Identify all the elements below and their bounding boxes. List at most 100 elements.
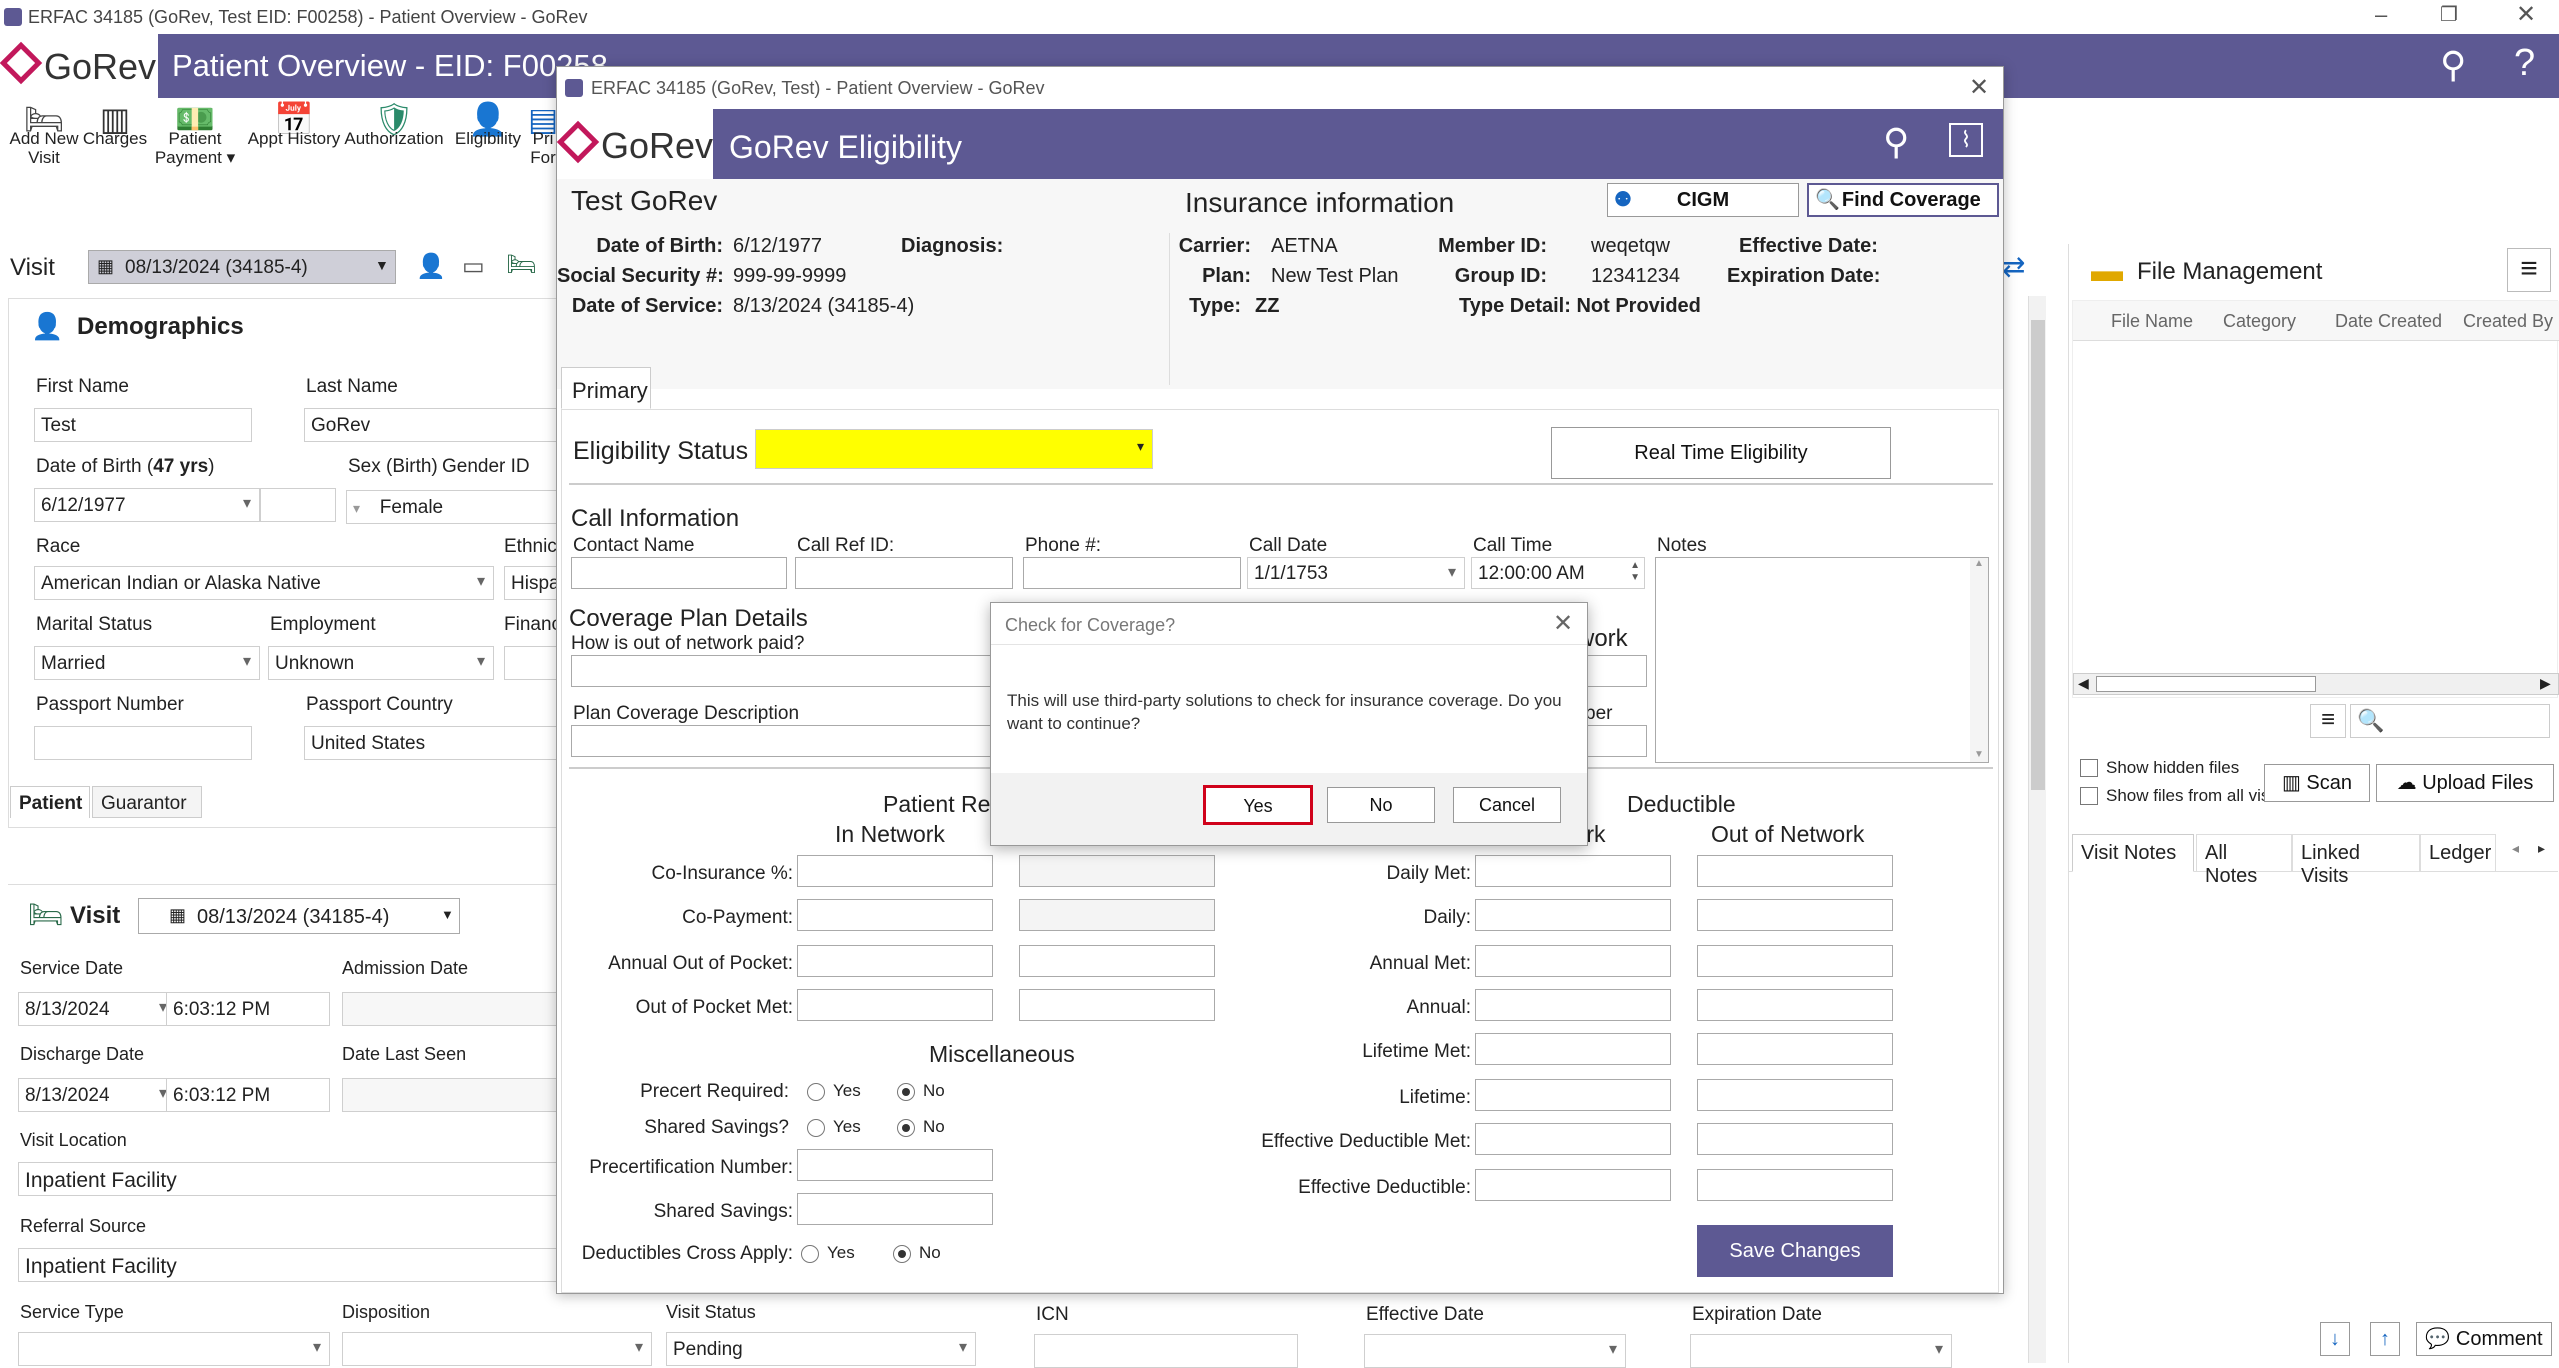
notes-textarea[interactable]: ▲ ▼ <box>1655 557 1989 763</box>
annual-out-field[interactable] <box>1697 989 1893 1021</box>
dialog-cancel-button[interactable]: Cancel <box>1453 787 1561 823</box>
finance-field[interactable] <box>504 646 560 680</box>
comment-button[interactable]: 💬 Comment <box>2416 1322 2552 1356</box>
passport-field[interactable] <box>34 726 252 760</box>
disposition-field[interactable] <box>342 1332 652 1366</box>
coins-in-field[interactable] <box>797 855 993 887</box>
dialog-no-button[interactable]: No <box>1327 787 1435 823</box>
dob-extra-field[interactable] <box>260 488 336 522</box>
lifetime-out-field[interactable] <box>1697 1079 1893 1111</box>
elig-chart-icon[interactable]: ⌇ <box>1949 123 1983 157</box>
last-seen-field[interactable] <box>342 1078 560 1112</box>
eff-ded-in-field[interactable] <box>1475 1169 1671 1201</box>
race-field[interactable]: American Indian or Alaska Native <box>34 566 494 600</box>
oop-met-in-field[interactable] <box>797 989 993 1021</box>
phone-field[interactable] <box>1023 557 1241 589</box>
visit-status-field[interactable]: Pending <box>666 1332 976 1366</box>
eff-ded-met-in-field[interactable] <box>1475 1123 1671 1155</box>
contact-field[interactable] <box>571 557 787 589</box>
call-time-field[interactable]: 12:00:00 AM ▲ ▼ <box>1471 557 1645 589</box>
minimize-icon[interactable]: – <box>2375 2 2387 28</box>
daily-in-field[interactable] <box>1475 899 1671 931</box>
close-icon[interactable]: ✕ <box>2516 0 2536 29</box>
dialog-yes-button[interactable]: Yes <box>1203 785 1313 825</box>
lifetime-in-field[interactable] <box>1475 1079 1671 1111</box>
gender-field[interactable]: ▾ Female <box>346 490 560 524</box>
visit-select[interactable]: ▦ 08/13/2024 (34185-4) ▼ <box>88 250 396 284</box>
precert-yes-radio[interactable] <box>807 1083 825 1101</box>
id-card-icon[interactable]: ▭ <box>462 252 485 281</box>
referral-field[interactable]: Inpatient Facility <box>18 1248 560 1282</box>
col-category[interactable]: Category <box>2223 311 2296 332</box>
find-coverage-button[interactable]: 🔍 Find Coverage <box>1807 183 1999 217</box>
copay-in-field[interactable] <box>797 899 993 931</box>
ethnic-field[interactable]: Hispa <box>504 566 560 600</box>
ded-cross-no-radio[interactable] <box>893 1245 911 1263</box>
show-all-checkbox[interactable] <box>2080 787 2098 805</box>
maximize-icon[interactable]: ❐ <box>2440 2 2458 27</box>
daily-met-in-field[interactable] <box>1475 855 1671 887</box>
eff-ded-out-field[interactable] <box>1697 1169 1893 1201</box>
elig-close-icon[interactable]: ✕ <box>1969 73 1989 102</box>
tab-guarantor[interactable]: Guarantor <box>92 786 202 818</box>
show-hidden-checkbox[interactable] <box>2080 759 2098 777</box>
lifetime-met-out-field[interactable] <box>1697 1033 1893 1065</box>
save-changes-button[interactable]: Save Changes <box>1697 1225 1893 1277</box>
tab-prev-icon[interactable]: ◂ <box>2512 840 2519 857</box>
real-time-eligibility-button[interactable]: Real Time Eligibility <box>1551 427 1891 479</box>
annual-in-field[interactable] <box>1475 989 1671 1021</box>
first-name-field[interactable]: Test <box>34 408 252 442</box>
refresh-icon[interactable]: ⇄ <box>2002 250 2025 283</box>
last-name-field[interactable]: GoRev <box>304 408 560 442</box>
patient-payment-button[interactable]: 💵 Patient Payment ▾ <box>152 103 238 167</box>
scroll-left-icon[interactable]: ◀ <box>2078 675 2089 692</box>
tab-patient[interactable]: Patient <box>10 786 90 818</box>
authorization-button[interactable]: 🛡 Authorization <box>344 103 444 148</box>
list-view-button[interactable]: ≡ <box>2310 704 2346 738</box>
user-icon[interactable]: ⚲ <box>2440 44 2466 86</box>
col-created-by[interactable]: Created By <box>2463 311 2553 332</box>
charges-button[interactable]: ▥ Charges <box>80 103 150 148</box>
person-icon[interactable]: 👤 <box>416 252 446 281</box>
col-file-name[interactable]: File Name <box>2111 311 2193 332</box>
tab-ledger[interactable]: Ledger <box>2420 834 2496 872</box>
tab-linked-visits[interactable]: Linked Visits <box>2292 834 2420 887</box>
daily-met-out-field[interactable] <box>1697 855 1893 887</box>
cigm-button[interactable]: ⚉ CIGM <box>1607 183 1799 217</box>
dialog-close-icon[interactable]: ✕ <box>1553 609 1573 638</box>
scan-button[interactable]: ▥ Scan <box>2264 764 2370 802</box>
hscroll-thumb[interactable] <box>2096 676 2316 692</box>
lifetime-met-in-field[interactable] <box>1475 1033 1671 1065</box>
service-type-field[interactable] <box>18 1332 330 1366</box>
service-time-field[interactable]: 6:03:12 PM <box>166 992 330 1026</box>
precert-no-radio[interactable] <box>897 1083 915 1101</box>
shared-yes-radio[interactable] <box>807 1119 825 1137</box>
discharge-date-field[interactable]: 8/13/2024 <box>18 1078 176 1112</box>
annual-oop-in-field[interactable] <box>797 945 993 977</box>
daily-out-field[interactable] <box>1697 899 1893 931</box>
appt-history-button[interactable]: 📅 Appt History <box>244 103 344 148</box>
tab-all-notes[interactable]: All Notes <box>2196 834 2292 887</box>
callref-field[interactable] <box>795 557 1013 589</box>
bed-small-icon[interactable]: 🛏 <box>506 250 536 279</box>
tab-visit-notes[interactable]: Visit Notes <box>2072 834 2194 872</box>
file-search-input[interactable]: 🔍 <box>2350 704 2550 738</box>
tab-next-icon[interactable]: ▸ <box>2538 840 2545 857</box>
service-date-field[interactable]: 8/13/2024 <box>18 992 176 1026</box>
main-scroll-thumb[interactable] <box>2031 320 2045 790</box>
file-menu-button[interactable]: ≡ <box>2507 248 2551 292</box>
admission-field[interactable] <box>342 992 560 1026</box>
scroll-up-button[interactable]: ↑ <box>2370 1322 2400 1356</box>
tab-primary[interactable]: Primary <box>561 367 651 409</box>
shared-amt-field[interactable] <box>797 1193 993 1225</box>
discharge-time-field[interactable]: 6:03:12 PM <box>166 1078 330 1112</box>
eff-ded-met-out-field[interactable] <box>1697 1123 1893 1155</box>
ded-cross-yes-radio[interactable] <box>801 1245 819 1263</box>
help-icon[interactable]: ? <box>2514 42 2535 85</box>
passport-country-field[interactable]: United States <box>304 726 560 760</box>
precert-num-field[interactable] <box>797 1149 993 1181</box>
pri-button[interactable]: ▤ Pri For <box>528 110 558 167</box>
main-scrollbar[interactable] <box>2028 296 2046 1363</box>
annual-met-out-field[interactable] <box>1697 945 1893 977</box>
network-field[interactable] <box>1585 655 1647 687</box>
